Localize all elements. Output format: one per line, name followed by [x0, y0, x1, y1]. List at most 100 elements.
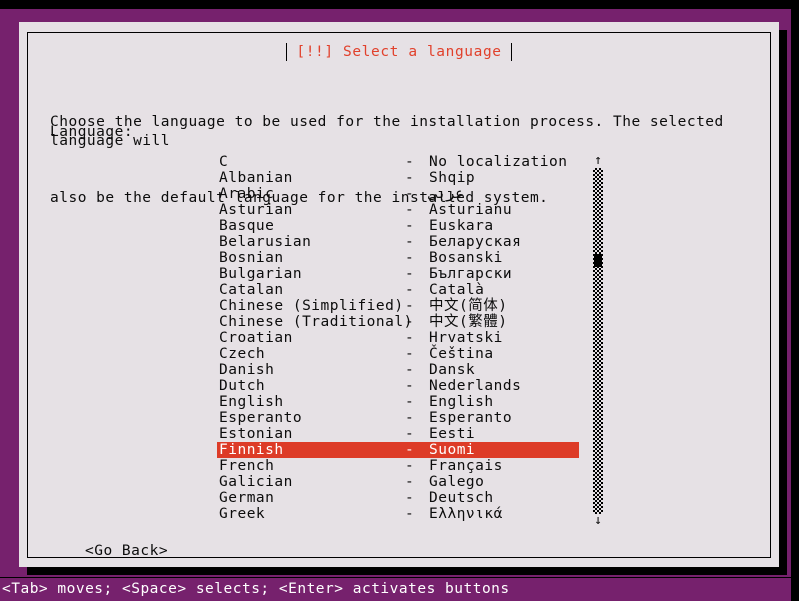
language-separator: - — [405, 490, 415, 506]
language-english-name: Albanian — [219, 170, 293, 186]
language-list-scrollbar[interactable]: ↑ ↓ — [591, 154, 605, 528]
language-english-name: C — [219, 154, 229, 170]
language-native-name: Esperanto — [429, 410, 513, 426]
language-list-item[interactable]: Esperanto - Esperanto — [217, 410, 579, 426]
language-separator: - — [405, 346, 415, 362]
language-separator: - — [405, 362, 415, 378]
language-native-name: Ελληνικά — [429, 506, 503, 522]
language-separator: - — [405, 378, 415, 394]
language-list-item[interactable]: C - No localization — [217, 154, 579, 170]
language-list-item[interactable]: Danish - Dansk — [217, 362, 579, 378]
language-separator: - — [405, 218, 415, 234]
language-english-name: Croatian — [219, 330, 293, 346]
description-line-1: Choose the language to be used for the i… — [50, 114, 734, 149]
language-list-item[interactable]: Dutch - Nederlands — [217, 378, 579, 394]
language-list-item[interactable]: Chinese (Simplified) - 中文(简体) — [217, 298, 579, 314]
language-separator: - — [405, 266, 415, 282]
language-separator: - — [405, 314, 415, 330]
language-english-name: Esperanto — [219, 410, 303, 426]
installer-screen: [!!] Select a language Choose the langua… — [0, 0, 799, 601]
language-native-name: No localization — [429, 154, 568, 170]
language-list-item[interactable]: German - Deutsch — [217, 490, 579, 506]
language-english-name: Dutch — [219, 378, 266, 394]
scrollbar-thumb[interactable] — [594, 254, 602, 267]
language-separator: - — [405, 458, 415, 474]
language-native-name: Hrvatski — [429, 330, 503, 346]
language-english-name: Chinese (Simplified) — [219, 298, 404, 314]
language-english-name: Chinese (Traditional) — [219, 314, 413, 330]
language-list-item[interactable]: Chinese (Traditional) - 中文(繁體) — [217, 314, 579, 330]
language-english-name: German — [219, 490, 275, 506]
language-english-name: Basque — [219, 218, 275, 234]
language-separator: - — [405, 474, 415, 490]
language-list-item[interactable]: Greek - Ελληνικά — [217, 506, 579, 522]
language-field-label: Language: — [50, 124, 134, 140]
language-list-item[interactable]: Czech - Čeština — [217, 346, 579, 362]
language-native-name: Shqip — [429, 170, 476, 186]
language-separator: - — [405, 506, 415, 522]
language-list-item[interactable]: Arabic - عربي — [217, 186, 579, 202]
language-list-item[interactable]: Bosnian - Bosanski — [217, 250, 579, 266]
language-native-name: Български — [429, 266, 513, 282]
language-separator: - — [405, 282, 415, 298]
language-list-item[interactable]: English - English — [217, 394, 579, 410]
language-native-name: Dansk — [429, 362, 476, 378]
language-list-item[interactable]: Asturian - Asturianu — [217, 202, 579, 218]
language-native-name: Čeština — [429, 346, 494, 362]
language-separator: - — [405, 170, 415, 186]
language-english-name: Danish — [219, 362, 275, 378]
language-native-name: Català — [429, 282, 485, 298]
language-separator: - — [405, 426, 415, 442]
language-english-name: Bosnian — [219, 250, 284, 266]
language-native-name: Galego — [429, 474, 485, 490]
language-separator: - — [405, 330, 415, 346]
language-native-name: Bosanski — [429, 250, 503, 266]
language-native-name: Deutsch — [429, 490, 494, 506]
language-english-name: Asturian — [219, 202, 293, 218]
language-english-name: French — [219, 458, 275, 474]
language-english-name: Czech — [219, 346, 266, 362]
language-separator: - — [405, 410, 415, 426]
language-list-item[interactable]: Estonian - Eesti — [217, 426, 579, 442]
language-english-name: Finnish — [219, 442, 284, 458]
language-separator: - — [405, 298, 415, 314]
language-list-item[interactable]: Catalan - Català — [217, 282, 579, 298]
language-native-name: English — [429, 394, 494, 410]
language-list-item[interactable]: Galician - Galego — [217, 474, 579, 490]
dialog-button-row: <Go Back> — [85, 540, 168, 559]
language-english-name: Estonian — [219, 426, 293, 442]
language-list[interactable]: C - No localization Albanian - Shqip Arabic - عر… — [217, 154, 579, 528]
language-native-name: عربي — [429, 186, 464, 202]
language-separator: - — [405, 186, 415, 202]
language-list-item[interactable]: Basque - Euskara — [217, 218, 579, 234]
language-english-name: Bulgarian — [219, 266, 303, 282]
language-separator: - — [405, 394, 415, 410]
language-english-name: Arabic — [219, 186, 275, 202]
language-separator: - — [405, 442, 415, 458]
language-english-name: Greek — [219, 506, 266, 522]
language-native-name: Eesti — [429, 426, 476, 442]
language-english-name: Catalan — [219, 282, 284, 298]
go-back-button[interactable]: <Go Back> — [85, 543, 168, 559]
language-list-item[interactable]: French - Français — [217, 458, 579, 474]
scrollbar-track[interactable] — [593, 168, 603, 514]
language-list-item[interactable]: Croatian - Hrvatski — [217, 330, 579, 346]
language-english-name: Galician — [219, 474, 293, 490]
status-bar-hint: <Tab> moves; <Space> selects; <Enter> ac… — [0, 578, 791, 601]
language-native-name: Nederlands — [429, 378, 522, 394]
language-separator: - — [405, 202, 415, 218]
language-separator: - — [405, 250, 415, 266]
language-list-item[interactable]: Albanian - Shqip — [217, 170, 579, 186]
scroll-up-arrow-icon[interactable]: ↑ — [591, 154, 605, 168]
language-native-name: Suomi — [429, 442, 476, 458]
language-separator: - — [405, 234, 415, 250]
language-english-name: Belarusian — [219, 234, 312, 250]
language-native-name: Euskara — [429, 218, 494, 234]
language-english-name: English — [219, 394, 284, 410]
language-list-item[interactable]: Belarusian - Беларуская — [217, 234, 579, 250]
language-list-item[interactable]: Bulgarian - Български — [217, 266, 579, 282]
language-native-name: 中文(简体) — [429, 298, 508, 314]
scroll-down-arrow-icon[interactable]: ↓ — [591, 514, 605, 528]
select-language-dialog: [!!] Select a language Choose the langua… — [19, 22, 779, 567]
language-list-item[interactable]: Finnish - Suomi — [217, 442, 579, 458]
